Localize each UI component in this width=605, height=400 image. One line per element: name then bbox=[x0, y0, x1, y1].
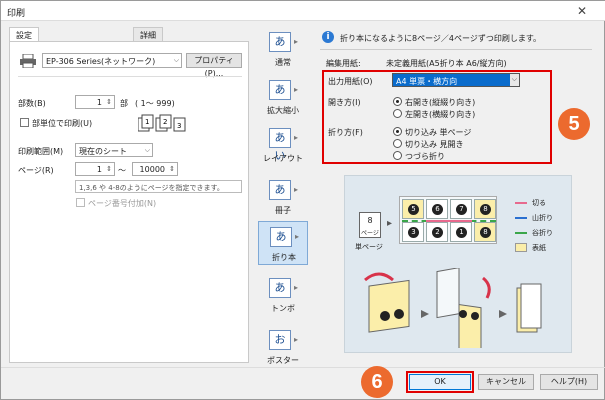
print-dialog: 印刷 ✕ 設定 詳細 EP-306 Series(ネットワーク) ⌵ プロパティ(… bbox=[0, 0, 605, 400]
range-label: 印刷範囲(M) bbox=[18, 147, 64, 156]
poster-icon: お bbox=[269, 330, 291, 350]
page-cell: 7 bbox=[450, 199, 472, 219]
callout-6: 6 bbox=[361, 366, 393, 398]
imposition-sheet: 5 6 7 8 3 2 1 8 bbox=[399, 196, 497, 244]
page-cell: 1 bbox=[450, 222, 472, 242]
info-icon: i bbox=[322, 31, 334, 43]
spinner-icon[interactable]: ⇕ bbox=[169, 165, 175, 173]
svg-text:1: 1 bbox=[145, 118, 149, 126]
folding-steps-illustration bbox=[364, 268, 542, 348]
collate-label: 部単位で印刷(U) bbox=[32, 119, 93, 128]
valley-legend: 谷折り bbox=[532, 229, 553, 237]
ok-button[interactable]: OK bbox=[409, 374, 471, 390]
mode-normal[interactable]: あ ▸ 通常 bbox=[258, 27, 308, 71]
copies-range: ( 1～ 999) bbox=[135, 99, 175, 108]
title-bar: 印刷 ✕ bbox=[1, 1, 605, 21]
callout-5: 5 bbox=[558, 108, 590, 140]
cancel-button[interactable]: キャンセル bbox=[478, 374, 534, 390]
folded-book-icon: あ bbox=[270, 227, 292, 247]
cover-legend-swatch bbox=[515, 243, 527, 252]
arrow-icon: ▸ bbox=[294, 335, 299, 344]
cut-line bbox=[426, 220, 472, 222]
crop-marks-icon: あ bbox=[269, 278, 291, 298]
arrow-icon: ▸ bbox=[387, 218, 393, 229]
close-icon[interactable]: ✕ bbox=[577, 4, 587, 18]
single-page-caption: 単ページ bbox=[355, 243, 383, 251]
folded-book-panel: i 折り本になるように8ページ／4ページずつ印刷します。 編集用紙: 未定義用紙… bbox=[316, 25, 600, 375]
svg-text:2: 2 bbox=[163, 118, 167, 126]
svg-text:3: 3 bbox=[177, 122, 181, 130]
copies-label: 部数(B) bbox=[18, 99, 46, 108]
spinner-icon[interactable]: ⇕ bbox=[106, 165, 112, 173]
normal-icon: あ bbox=[269, 32, 291, 52]
chevron-down-icon: ⌵ bbox=[144, 146, 150, 154]
printer-select[interactable]: EP-306 Series(ネットワーク) ⌵ bbox=[42, 53, 182, 68]
pages-from-spinner[interactable]: 1 ⇕ bbox=[75, 162, 115, 176]
footer-divider bbox=[1, 367, 605, 368]
page-number-label: ページ番号付加(N) bbox=[88, 199, 157, 208]
printer-icon bbox=[20, 54, 36, 68]
chevron-down-icon: ⌵ bbox=[173, 56, 179, 64]
arrow-icon: ▸ bbox=[294, 133, 299, 142]
page-cell: 2 bbox=[426, 222, 448, 242]
mode-crop-marks[interactable]: あ ▸ トンボ bbox=[258, 273, 308, 317]
spinner-icon[interactable]: ⇕ bbox=[106, 98, 112, 106]
page-number-checkbox[interactable] bbox=[76, 198, 85, 207]
copies-unit: 部 bbox=[120, 99, 128, 108]
cut-legend-swatch bbox=[515, 202, 527, 204]
mode-folded-book[interactable]: あ ▸ 折り本 bbox=[258, 221, 308, 265]
divider bbox=[18, 76, 242, 77]
mode-list: あ ▸ 通常 あ ▸ 拡大縮小 あい ▸ レイアウト あ ▸ 冊子 あ ▸ 折り本 あ ▸ トンボ お ▸… bbox=[258, 25, 308, 375]
collate-icon: 1 1 2 2 3 bbox=[138, 114, 186, 132]
settings-panel: EP-306 Series(ネットワーク) ⌵ プロパティ(P)... 部数(B)… bbox=[9, 41, 249, 363]
pages-to-spinner[interactable]: 10000 ⇕ bbox=[132, 162, 178, 176]
info-text: 折り本になるように8ページ／4ページずつ印刷します。 bbox=[340, 34, 542, 43]
pages-separator: ～ bbox=[118, 166, 126, 175]
arrow-icon: ▸ bbox=[294, 85, 299, 94]
single-page-icon: 8 ページ bbox=[359, 212, 381, 238]
paper-label: 編集用紙: bbox=[326, 59, 361, 68]
range-select[interactable]: 現在のシート ⌵ bbox=[75, 143, 153, 157]
help-button[interactable]: ヘルプ(H) bbox=[540, 374, 598, 390]
mode-layout[interactable]: あい ▸ レイアウト bbox=[258, 123, 308, 167]
pages-label: ページ(R) bbox=[18, 166, 54, 175]
properties-button[interactable]: プロパティ(P)... bbox=[186, 53, 242, 78]
cut-legend: 切る bbox=[532, 199, 546, 207]
cover-legend: 表紙 bbox=[532, 244, 546, 252]
arrow-icon: ▸ bbox=[295, 232, 300, 241]
page-cell: 5 bbox=[402, 199, 424, 219]
folding-diagram: 8ページ 単ページ ▸ 5 6 7 8 3 2 1 8 切る 山折り 谷折り bbox=[344, 175, 572, 353]
mode-scale[interactable]: あ ▸ 拡大縮小 bbox=[258, 75, 308, 119]
divider bbox=[320, 49, 592, 50]
copies-spinner[interactable]: 1 ⇕ bbox=[75, 95, 115, 109]
arrow-icon: ▸ bbox=[294, 283, 299, 292]
page-cell: 8 bbox=[474, 199, 496, 219]
page-cell: 6 bbox=[426, 199, 448, 219]
paper-value: 未定義用紙(A5折り本 A6/縦方向) bbox=[386, 59, 507, 68]
arrow-icon: ▸ bbox=[294, 185, 299, 194]
layout-icon: あい bbox=[269, 128, 291, 162]
booklet-icon: あ bbox=[269, 180, 291, 200]
pages-hint-field[interactable]: 1,3,6 や 4-8のようにページを指定できます。 bbox=[75, 180, 242, 193]
valley-legend-swatch bbox=[515, 232, 527, 234]
mode-poster[interactable]: お ▸ ポスター bbox=[258, 325, 308, 369]
collate-checkbox[interactable] bbox=[20, 118, 29, 127]
tab-details[interactable]: 詳細 bbox=[133, 27, 163, 41]
page-cell: 8 bbox=[474, 222, 496, 242]
tab-settings[interactable]: 設定 bbox=[9, 27, 39, 41]
arrow-icon: ▸ bbox=[294, 37, 299, 46]
scale-icon: あ bbox=[269, 80, 291, 100]
highlight-box-5 bbox=[322, 70, 552, 164]
page-cell: 3 bbox=[402, 222, 424, 242]
mode-booklet[interactable]: あ ▸ 冊子 bbox=[258, 175, 308, 219]
mountain-legend-swatch bbox=[515, 217, 527, 219]
window-title: 印刷 bbox=[7, 9, 26, 19]
mountain-legend: 山折り bbox=[532, 214, 553, 222]
